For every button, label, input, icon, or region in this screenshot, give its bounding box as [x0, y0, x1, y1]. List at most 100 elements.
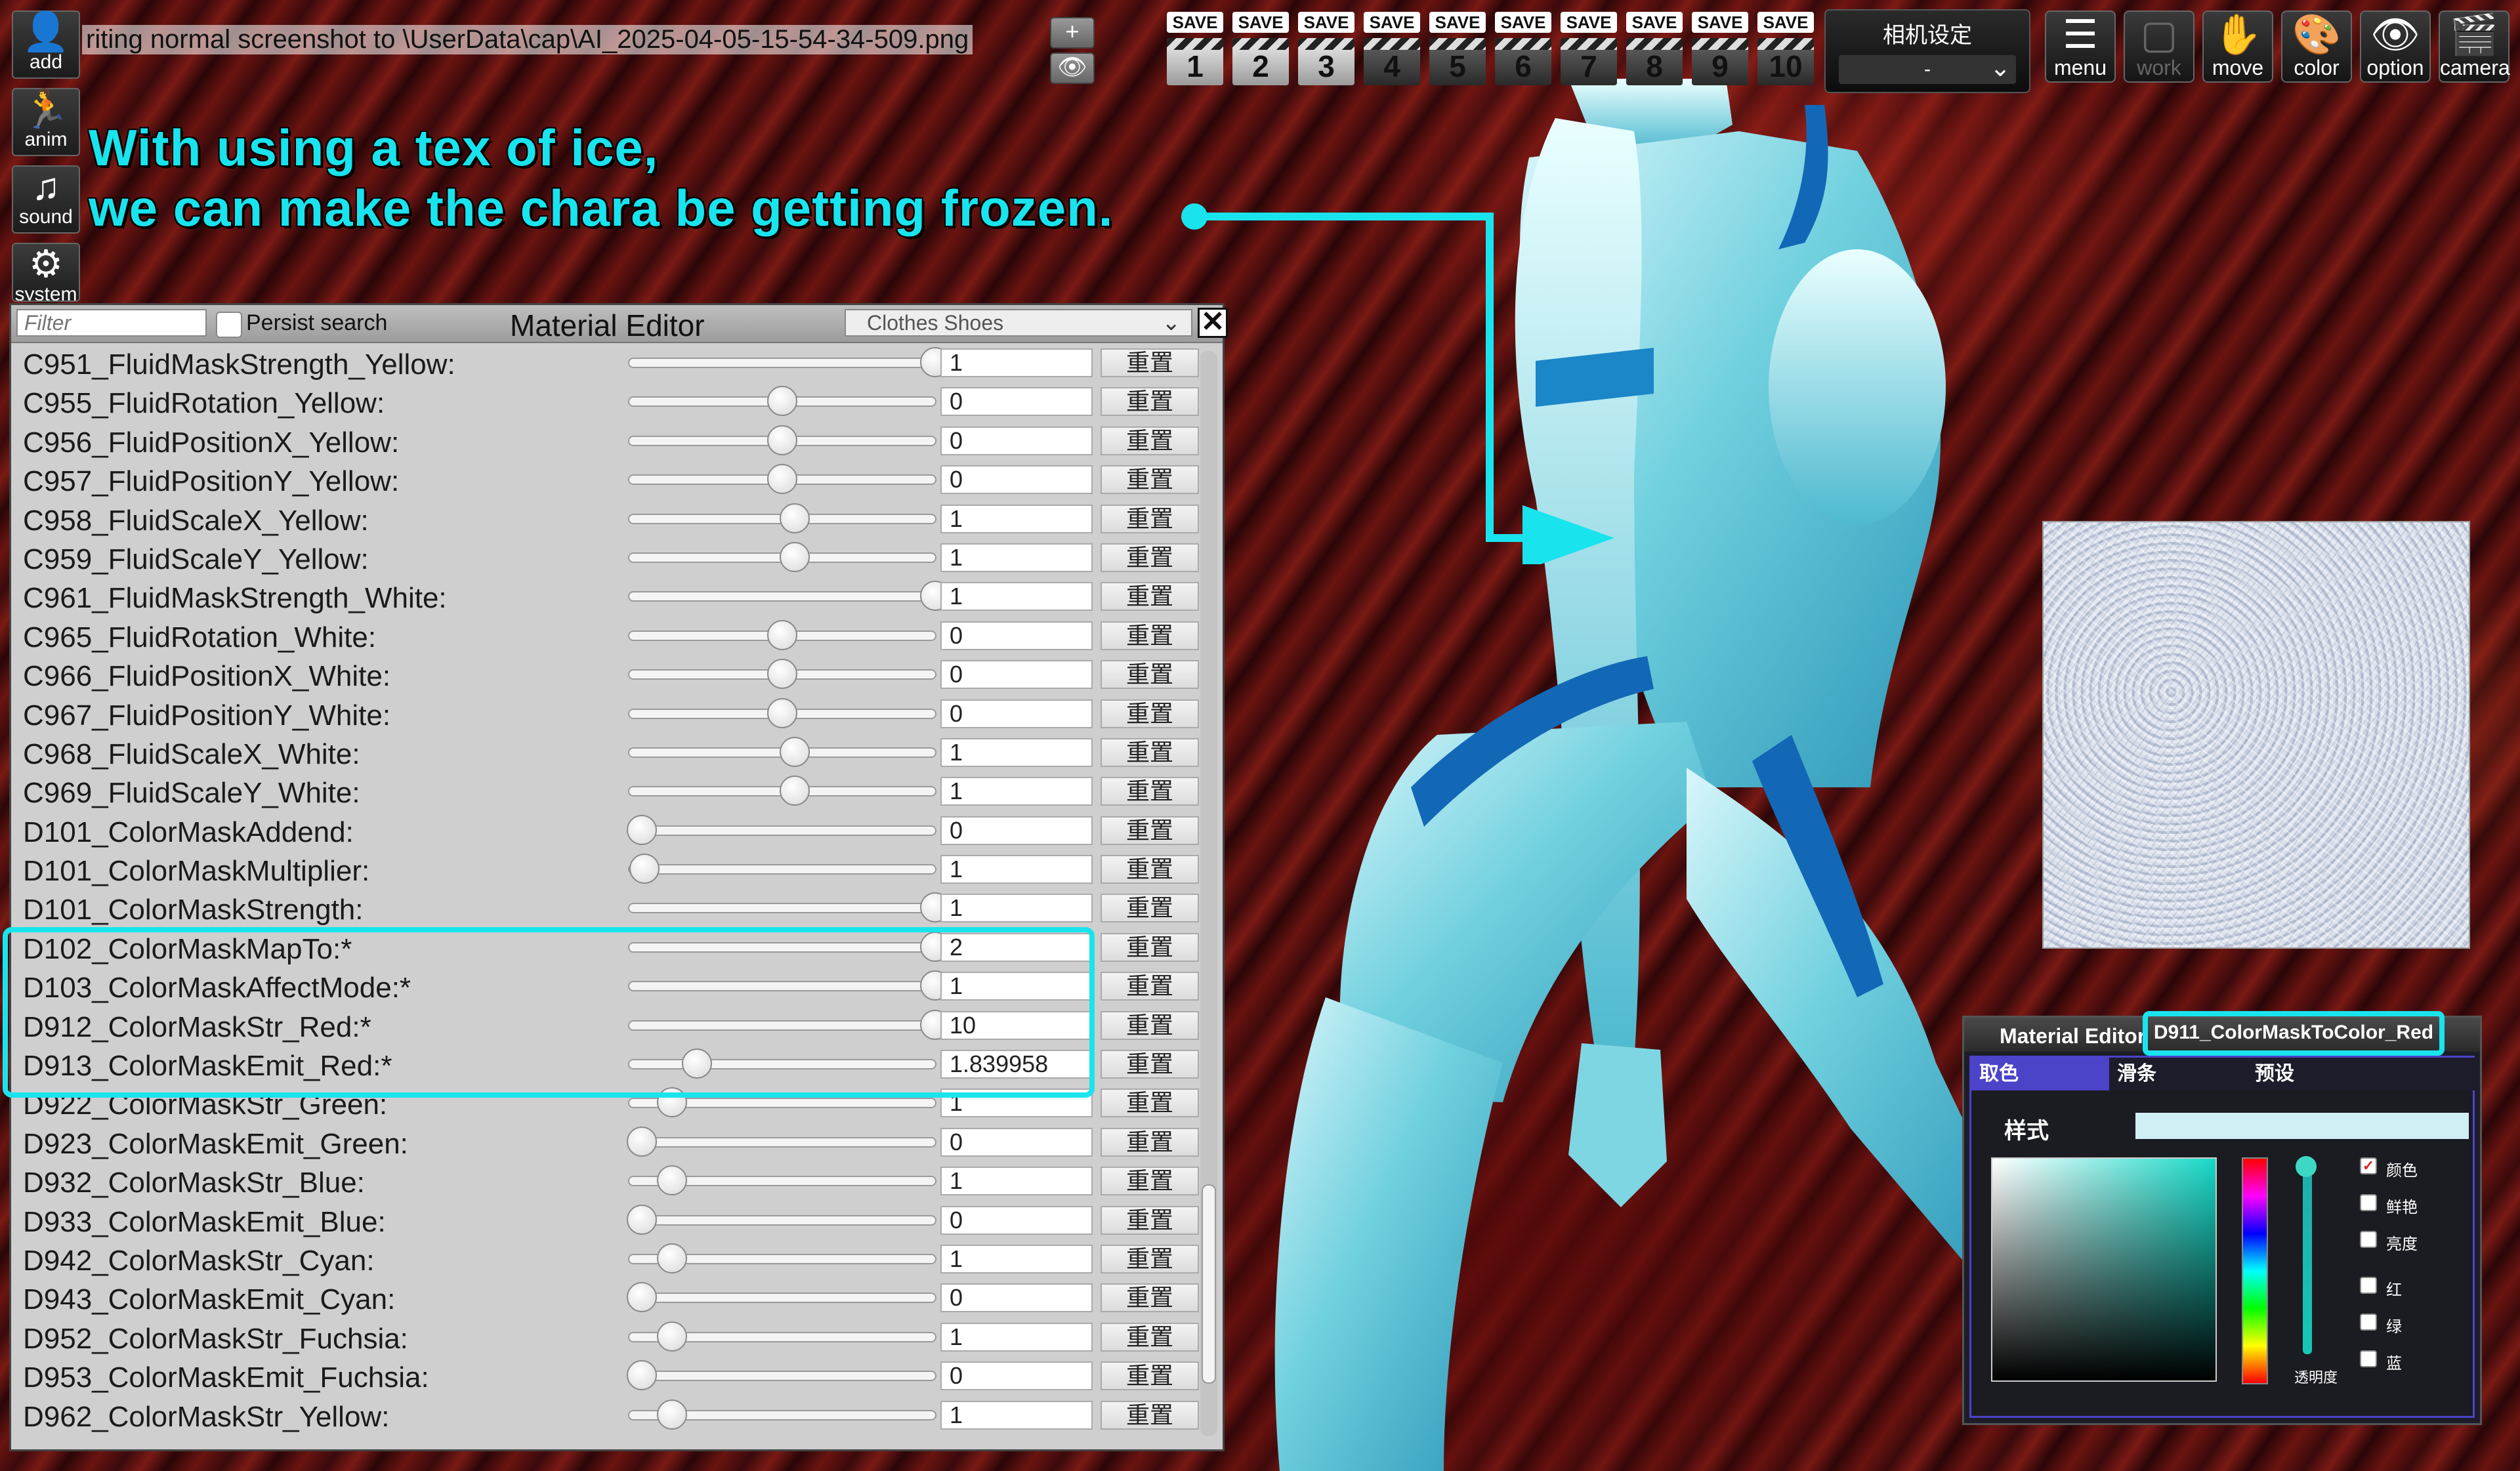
property-slider[interactable]	[626, 1282, 936, 1313]
reset-button[interactable]: 重置	[1101, 387, 1199, 417]
slider-knob[interactable]	[657, 1087, 688, 1118]
property-value-input[interactable]: 1	[940, 894, 1093, 923]
color-option-1[interactable]: 鲜艳	[2360, 1194, 2485, 1216]
property-value-input[interactable]: 1	[940, 737, 1093, 767]
property-value-input[interactable]: 0	[940, 1127, 1093, 1157]
slider-knob[interactable]	[657, 1399, 688, 1430]
property-value-input[interactable]: 1	[940, 1244, 1093, 1274]
reset-button[interactable]: 重置	[1101, 621, 1199, 650]
property-slider[interactable]	[628, 697, 936, 728]
property-slider[interactable]	[628, 386, 936, 417]
property-slider[interactable]	[628, 659, 936, 690]
property-slider[interactable]	[628, 854, 936, 884]
reset-button[interactable]: 重置	[1101, 1322, 1199, 1352]
slider-knob[interactable]	[767, 386, 797, 417]
reset-button[interactable]: 重置	[1101, 1283, 1199, 1313]
slider-knob[interactable]	[626, 1282, 657, 1313]
property-value-input[interactable]: 0	[940, 387, 1093, 417]
system-button[interactable]: ⚙ system	[12, 243, 80, 302]
property-value-input[interactable]: 0	[940, 699, 1093, 728]
slider-knob[interactable]	[767, 697, 797, 728]
color-option-5[interactable]: 蓝	[2360, 1350, 2485, 1373]
saturation-value-picker[interactable]	[1991, 1157, 2217, 1382]
slider-knob[interactable]	[657, 1165, 688, 1196]
option-checkbox[interactable]: ✓	[2360, 1157, 2377, 1174]
add-slot-button[interactable]: +	[1050, 17, 1095, 49]
property-slider[interactable]	[628, 1087, 936, 1118]
slider-knob[interactable]	[657, 1321, 688, 1352]
reset-button[interactable]: 重置	[1101, 816, 1199, 845]
save-slot-7[interactable]: SAVE 7	[1561, 12, 1617, 91]
reset-button[interactable]: 重置	[1101, 1127, 1199, 1157]
save-slot-5[interactable]: SAVE 5	[1429, 12, 1486, 91]
slider-knob[interactable]	[681, 1048, 712, 1079]
tab-sliders[interactable]: 滑条	[2109, 1058, 2247, 1090]
property-slider[interactable]	[628, 931, 950, 962]
camera-button[interactable]: 🎬 camera	[2439, 10, 2510, 83]
reset-button[interactable]: 重置	[1101, 1167, 1199, 1196]
reset-button[interactable]: 重置	[1101, 465, 1199, 495]
persist-search-checkbox[interactable]	[216, 312, 242, 338]
reset-button[interactable]: 重置	[1101, 504, 1199, 533]
slider-knob[interactable]	[626, 814, 657, 845]
property-value-input[interactable]: 1.839958	[940, 1050, 1093, 1079]
reset-button[interactable]: 重置	[1101, 1088, 1199, 1118]
option-checkbox[interactable]	[2360, 1194, 2377, 1211]
slider-knob[interactable]	[626, 1126, 657, 1157]
property-slider[interactable]	[626, 1204, 936, 1235]
reset-button[interactable]: 重置	[1101, 737, 1199, 767]
slider-knob[interactable]	[626, 1204, 657, 1235]
color-option-0[interactable]: ✓ 颜色	[2360, 1157, 2485, 1180]
reset-button[interactable]: 重置	[1101, 582, 1199, 611]
color-button[interactable]: 🎨 color	[2281, 10, 2352, 83]
slider-knob[interactable]	[767, 464, 797, 495]
property-value-input[interactable]: 1	[940, 543, 1093, 572]
slider-knob[interactable]	[629, 854, 660, 884]
property-value-input[interactable]: 2	[940, 932, 1093, 962]
property-slider[interactable]	[628, 347, 950, 377]
property-value-input[interactable]: 0	[940, 1205, 1093, 1235]
reset-button[interactable]: 重置	[1101, 777, 1199, 806]
save-slot-8[interactable]: SAVE 8	[1626, 12, 1683, 91]
property-value-input[interactable]: 0	[940, 426, 1093, 455]
property-value-input[interactable]: 1	[940, 777, 1093, 806]
property-value-input[interactable]: 1	[940, 855, 1093, 884]
property-slider[interactable]	[628, 970, 950, 1001]
property-slider[interactable]	[626, 1360, 936, 1391]
work-button[interactable]: ▢ work	[2124, 10, 2194, 83]
property-value-input[interactable]: 1	[940, 972, 1093, 1001]
scrollbar-thumb[interactable]	[1202, 1184, 1216, 1384]
save-slot-3[interactable]: SAVE 3	[1298, 12, 1354, 91]
property-slider[interactable]	[628, 892, 950, 923]
property-value-input[interactable]: 0	[940, 1283, 1093, 1313]
tab-pick[interactable]: 取色	[1971, 1058, 2109, 1090]
option-checkbox[interactable]	[2360, 1314, 2377, 1331]
slider-knob[interactable]	[767, 425, 797, 455]
save-slot-9[interactable]: SAVE 9	[1692, 12, 1748, 91]
save-slot-4[interactable]: SAVE 4	[1364, 12, 1420, 91]
property-slider[interactable]	[628, 1399, 936, 1430]
property-value-input[interactable]: 0	[940, 465, 1093, 495]
property-slider[interactable]	[628, 776, 936, 806]
property-value-input[interactable]: 0	[940, 621, 1093, 650]
save-slot-1[interactable]: SAVE 1	[1167, 12, 1223, 91]
category-dropdown[interactable]: Clothes Shoes ⌄	[845, 309, 1192, 337]
property-slider[interactable]	[628, 1243, 936, 1274]
property-slider[interactable]	[628, 1048, 936, 1079]
reset-button[interactable]: 重置	[1101, 348, 1199, 377]
property-value-input[interactable]: 1	[940, 1400, 1093, 1430]
slider-knob[interactable]	[767, 659, 797, 690]
reset-button[interactable]: 重置	[1101, 1205, 1199, 1235]
hue-slider[interactable]	[2242, 1157, 2268, 1384]
color-option-2[interactable]: 亮度	[2360, 1231, 2485, 1253]
option-checkbox[interactable]	[2360, 1231, 2377, 1248]
add-button[interactable]: 👤 add	[12, 10, 80, 79]
property-slider[interactable]	[628, 541, 936, 572]
slider-knob[interactable]	[779, 503, 810, 533]
reset-button[interactable]: 重置	[1101, 660, 1199, 690]
option-checkbox[interactable]	[2360, 1350, 2377, 1367]
close-button[interactable]: ✕	[1198, 308, 1228, 338]
reset-button[interactable]: 重置	[1101, 894, 1199, 923]
reset-button[interactable]: 重置	[1101, 1244, 1199, 1274]
reset-button[interactable]: 重置	[1101, 699, 1199, 728]
